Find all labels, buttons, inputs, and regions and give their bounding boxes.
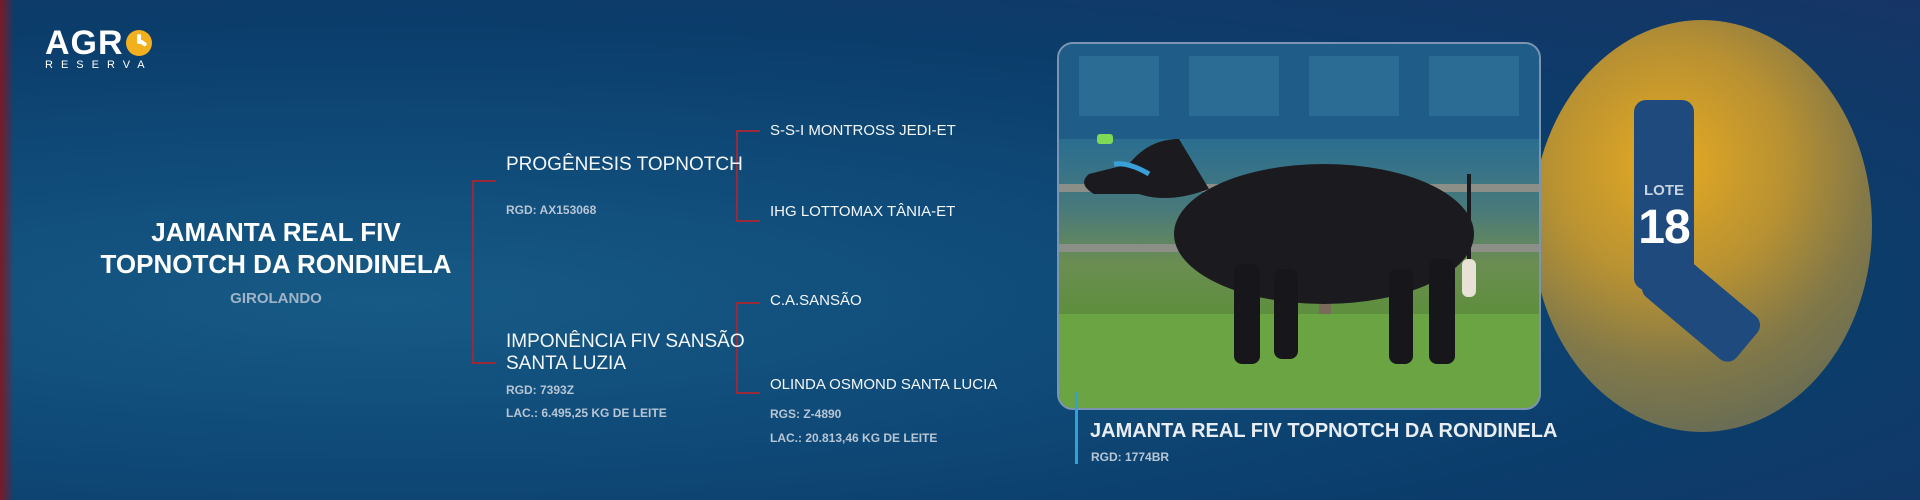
dam-lactation: LAC.: 6.495,25 KG DE LEITE [506,406,667,420]
clock-icon [125,30,152,56]
caption-accent-bar [1075,392,1078,464]
sire-sire-name: S-S-I MONTROSS JEDI-ET [770,122,956,139]
photo-caption-rgd: RGD: 1774BR [1091,450,1170,464]
dam-dam-name: OLINDA OSMOND SANTA LUCIA [770,376,998,393]
animal-photo[interactable] [1057,42,1541,410]
animal-title: JAMANTA REAL FIV TOPNOTCH DA RONDINELA [100,216,452,280]
animal-name-line2: TOPNOTCH DA RONDINELA [100,249,452,279]
dam-name-line1: IMPONÊNCIA FIV SANSÃO [506,331,745,352]
dam-dam-rgs: RGS: Z-4890 [770,407,842,421]
agro-reserva-logo[interactable]: AGR RESERVA [45,26,153,71]
photo-window [1079,56,1159,116]
logo-wordmark: AGR [45,26,153,60]
photo-window [1189,56,1279,116]
photo-caption-title: JAMANTA REAL FIV TOPNOTCH DA RONDINELA [1090,420,1558,442]
logo-subtitle: RESERVA [45,59,153,71]
left-red-strip [0,0,14,500]
lote-label: LOTE [1644,182,1684,199]
dam-sire-name: C.A.SANSÃO [770,292,862,309]
pedigree-bracket-sire [736,130,760,222]
photo-window [1429,56,1519,116]
sire-rgd: RGD: AX153068 [506,203,597,217]
dam-dam-lactation: LAC.: 20.813,46 KG DE LEITE [770,431,938,445]
ear-tag [1097,134,1113,144]
dam-rgd: RGD: 7393Z [506,383,575,397]
photo-grass [1059,314,1539,408]
dam-name-line2: SANTA LUZIA [506,353,627,374]
animal-name-line1: JAMANTA REAL FIV [151,217,401,247]
sire-dam-name: IHG LOTTOMAX TÂNIA-ET [770,203,956,220]
animal-breed: GIROLANDO [230,290,322,307]
lote-number: 18 [1638,201,1690,254]
sire-name: PROGÊNESIS TOPNOTCH [506,154,743,175]
logo-text: AGR [45,24,124,62]
pedigree-bracket-parents [472,180,496,364]
photo-window [1309,56,1399,116]
cow-photo-illustration [1059,44,1539,408]
